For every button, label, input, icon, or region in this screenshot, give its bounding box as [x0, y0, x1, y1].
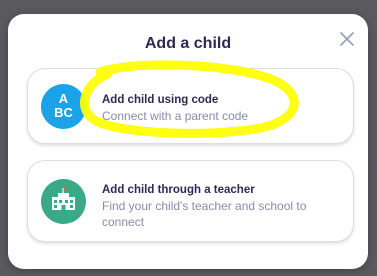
option-title: Add child through a teacher — [102, 184, 255, 196]
add-child-using-code-option[interactable]: A BC Add child using code Connect with a… — [27, 68, 354, 144]
abc-icon-line1: A — [58, 91, 69, 106]
option-subtitle: Connect with a parent code — [102, 109, 249, 123]
close-icon — [340, 32, 354, 46]
school-building-graphic — [52, 188, 75, 210]
close-button[interactable] — [336, 28, 358, 50]
abc-icon: A BC — [41, 84, 86, 129]
school-icon — [41, 179, 86, 224]
option-title: Add child using code — [102, 94, 219, 106]
option-subtitle: Find your child's teacher and school to … — [102, 199, 307, 229]
add-child-through-teacher-option[interactable]: Add child through a teacher Find your ch… — [27, 160, 354, 242]
add-child-modal: Add a child A BC Add child using code Co… — [8, 14, 368, 269]
modal-title: Add a child — [144, 35, 232, 52]
abc-icon-line2: BC — [54, 105, 73, 120]
